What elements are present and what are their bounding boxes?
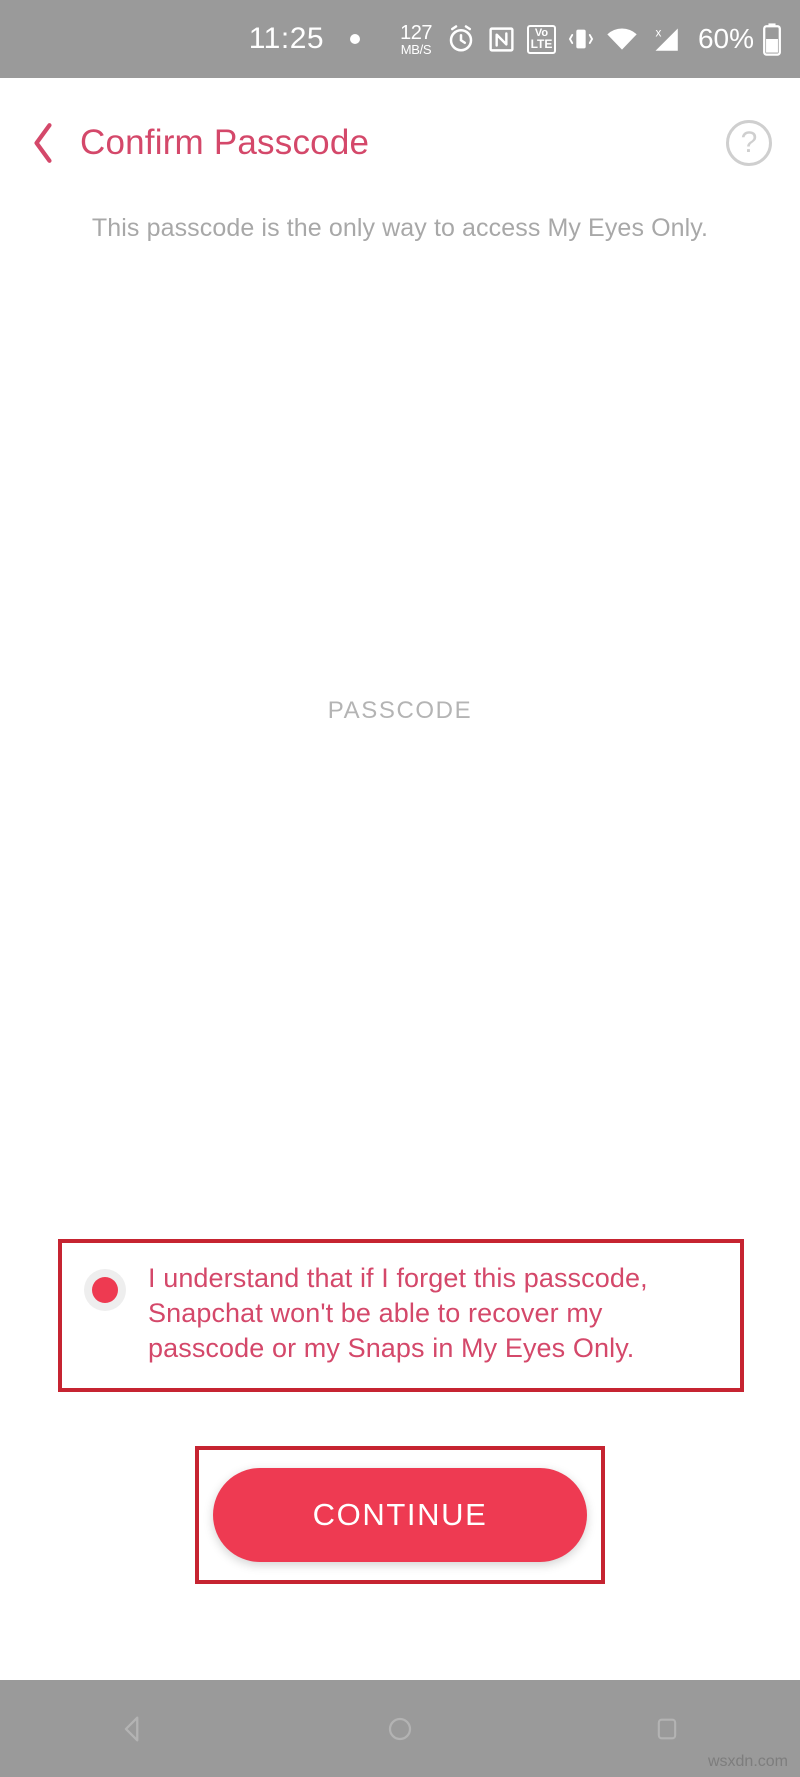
consent-text: I understand that if I forget this passc… <box>148 1262 648 1363</box>
subtitle-text: This passcode is the only way to access … <box>91 214 709 242</box>
status-bar: 11:25 127 MB/S Vo LTE x 60% <box>0 0 800 78</box>
consent-radio-inner-dot <box>92 1276 118 1303</box>
help-icon[interactable]: ? <box>726 120 772 166</box>
continue-annotation-box: CONTINUE <box>195 1446 605 1584</box>
consent-radio-button[interactable] <box>84 1268 126 1311</box>
back-chevron-icon[interactable] <box>26 123 60 163</box>
bottom-spacer <box>0 1584 800 1680</box>
nav-back-icon[interactable] <box>88 1699 178 1759</box>
status-bar-clock: 11:25 <box>248 22 325 55</box>
passcode-input-area[interactable]: PASSCODE <box>0 243 800 1239</box>
passcode-input-placeholder[interactable]: PASSCODE <box>328 697 472 725</box>
volte-bottom-text: LTE <box>530 36 553 51</box>
nfc-icon <box>487 25 516 54</box>
data-speed-unit: MB/S <box>400 41 432 57</box>
main-content: Confirm Passcode ? This passcode is the … <box>0 78 800 1680</box>
data-speed-indicator: 127 MB/S <box>400 23 432 56</box>
continue-button[interactable]: CONTINUE <box>213 1468 587 1562</box>
recording-dot-icon <box>350 34 361 44</box>
page-title: Confirm Passcode <box>80 123 370 162</box>
svg-text:x: x <box>655 26 661 39</box>
volte-icon: Vo LTE <box>526 24 556 54</box>
battery-icon <box>762 22 782 56</box>
nav-recents-icon[interactable] <box>622 1699 712 1759</box>
vibrate-icon <box>567 25 595 53</box>
wifi-icon <box>606 25 638 53</box>
nav-home-icon[interactable] <box>355 1699 445 1759</box>
battery-percent-text: 60% <box>697 23 754 54</box>
cellular-signal-icon: x <box>649 24 683 54</box>
app-header: Confirm Passcode ? <box>0 78 800 174</box>
watermark-text: wsxdn.com <box>707 1753 788 1770</box>
phone-screen: 11:25 127 MB/S Vo LTE x 60% Confirm Pass… <box>0 0 800 1777</box>
consent-annotation-box: I understand that if I forget this passc… <box>58 1238 744 1392</box>
android-nav-bar: wsxdn.com <box>0 1680 800 1777</box>
alarm-clock-icon <box>446 24 476 54</box>
data-speed-value: 127 <box>400 21 432 44</box>
